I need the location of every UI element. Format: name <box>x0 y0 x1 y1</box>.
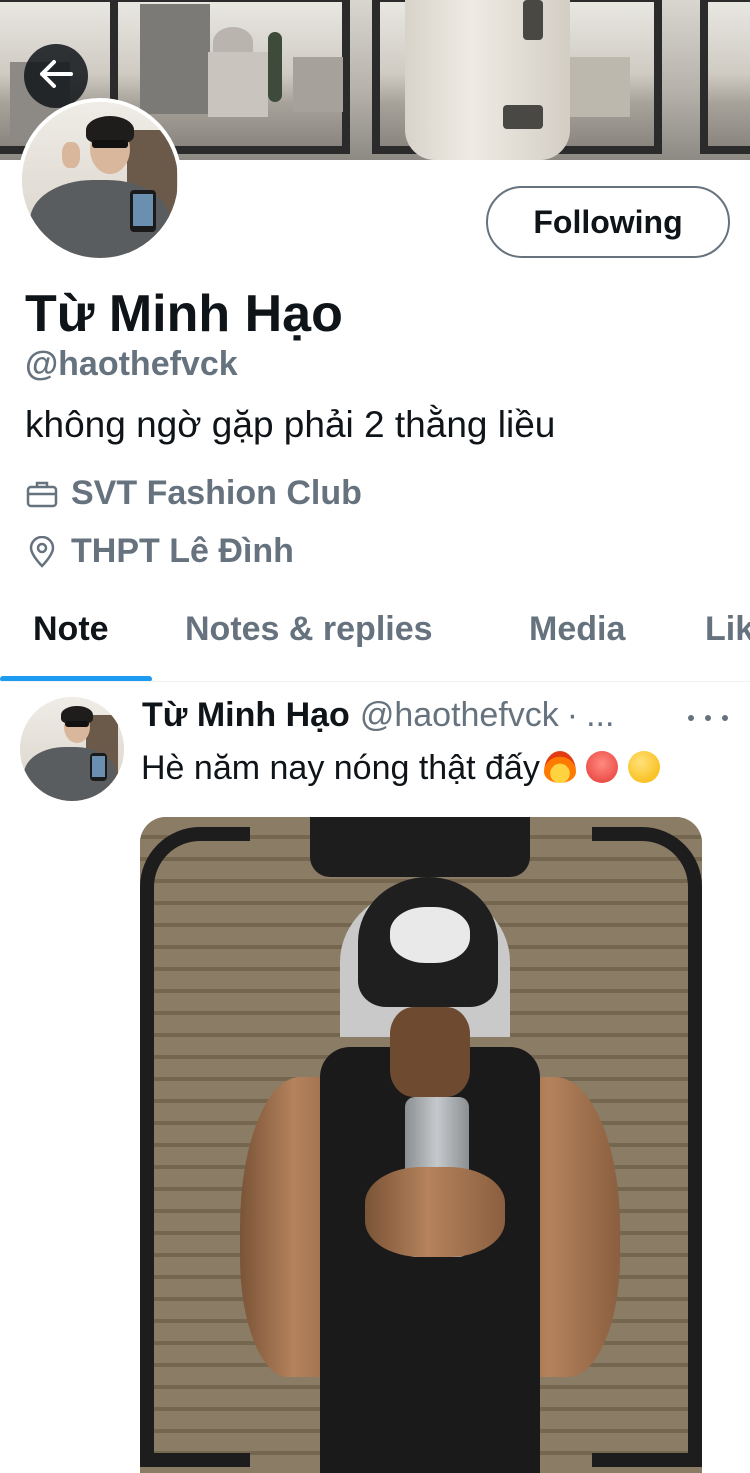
tabs-divider <box>0 681 750 682</box>
location-pin-icon <box>25 535 59 569</box>
tab-notes-replies[interactable]: Notes & replies <box>185 610 433 649</box>
arrow-left-icon <box>39 59 73 94</box>
banner-person <box>405 0 570 160</box>
hot-face-emoji-icon <box>585 751 618 783</box>
briefcase-icon <box>25 477 59 511</box>
profile-work: SVT Fashion Club <box>25 474 362 513</box>
post-separator: · <box>566 696 579 734</box>
profile-display-name: Từ Minh Hạo <box>25 285 343 343</box>
tab-media[interactable]: Media <box>529 610 625 649</box>
profile-work-label[interactable]: SVT Fashion Club <box>71 474 362 513</box>
fire-emoji-icon <box>543 751 576 783</box>
post-timestamp: ... <box>586 696 615 734</box>
post-header: Từ Minh Hạo @haothefvck · ... <box>142 696 662 740</box>
more-horizontal-icon <box>688 715 694 721</box>
back-button[interactable] <box>24 44 88 108</box>
tab-note[interactable]: Note <box>33 610 109 649</box>
post-author-handle[interactable]: @haothefvck <box>360 696 559 735</box>
banner-frame <box>700 0 750 154</box>
post-author-name[interactable]: Từ Minh Hạo <box>142 696 350 735</box>
post-text-content: Hè năm nay nóng thật đấy <box>141 749 540 787</box>
profile-location: THPT Lê Đình <box>25 532 294 571</box>
profile-avatar[interactable] <box>18 98 182 262</box>
more-options-button[interactable] <box>688 708 728 728</box>
profile-bio: không ngờ gặp phải 2 thằng liều <box>25 404 556 445</box>
following-button[interactable]: Following <box>486 186 730 258</box>
profile-handle: @haothefvck <box>25 345 238 383</box>
post-image[interactable] <box>140 817 702 1473</box>
post-author-avatar[interactable] <box>20 697 124 801</box>
winking-face-emoji-icon <box>627 751 660 783</box>
tab-likes[interactable]: Likes <box>705 610 750 649</box>
profile-location-label: THPT Lê Đình <box>71 532 294 570</box>
profile-tabs: Note Notes & replies Media Likes <box>0 590 750 682</box>
post-text: Hè năm nay nóng thật đấy <box>141 749 660 788</box>
